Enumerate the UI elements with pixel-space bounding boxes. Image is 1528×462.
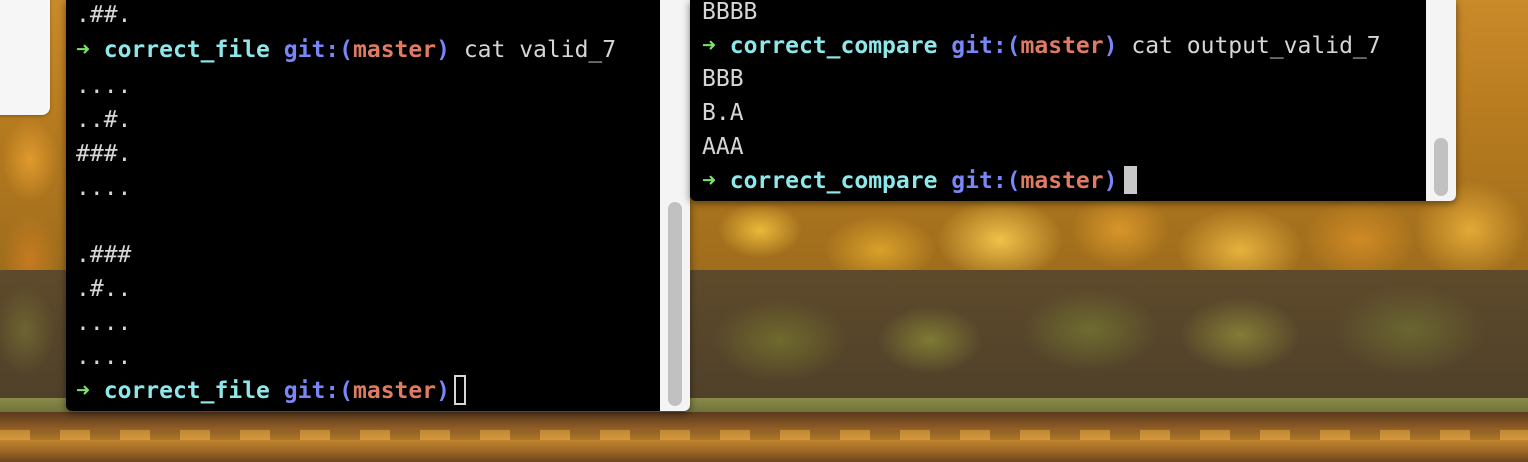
wallpaper-reflection xyxy=(0,430,1528,440)
terminal-window-right[interactable]: BBBB ➜ correct_compare git:(master) cat … xyxy=(690,0,1456,201)
output-line: BBBB xyxy=(702,0,758,25)
git-label: git:( xyxy=(951,168,1021,194)
scrollbar[interactable] xyxy=(660,0,690,411)
output-line: AAA xyxy=(702,134,744,160)
output-line: .#.. xyxy=(76,276,132,302)
output-line: .... xyxy=(76,73,132,99)
text-cursor-icon xyxy=(453,374,466,405)
prompt-arrow-icon: ➜ xyxy=(76,378,90,404)
git-label: git:( xyxy=(283,378,353,404)
git-label-close: ) xyxy=(1103,168,1118,194)
git-label-close: ) xyxy=(1103,33,1118,59)
background-window[interactable] xyxy=(0,0,50,115)
git-label-close: ) xyxy=(436,37,450,63)
output-line: .... xyxy=(76,310,132,336)
git-label-close: ) xyxy=(436,378,450,404)
prompt-arrow-icon: ➜ xyxy=(702,33,716,59)
output-line: BBB xyxy=(702,66,744,92)
scroll-thumb[interactable] xyxy=(668,202,682,406)
git-branch: master xyxy=(1020,33,1104,59)
prompt-line-active[interactable]: ➜ correct_compare git:(master) xyxy=(702,165,1137,196)
git-branch: master xyxy=(1020,168,1104,194)
text-cursor-icon xyxy=(1123,165,1137,194)
output-line: ###. xyxy=(76,141,132,167)
output-line: ..#. xyxy=(76,107,132,133)
output-line: B.A xyxy=(702,100,744,126)
output-line: .### xyxy=(76,242,132,268)
prompt-line-active[interactable]: ➜ correct_file git:(master) xyxy=(76,374,466,407)
git-label: git:( xyxy=(951,33,1021,59)
git-branch: master xyxy=(353,378,437,404)
output-line: .##. xyxy=(76,2,132,28)
command-text: cat output_valid_7 xyxy=(1131,33,1381,59)
current-directory: correct_file xyxy=(103,37,270,63)
command-text: cat valid_7 xyxy=(463,37,617,63)
prompt-arrow-icon: ➜ xyxy=(76,37,90,63)
current-directory: correct_compare xyxy=(729,33,938,59)
current-directory: correct_file xyxy=(103,378,270,404)
output-line: .... xyxy=(76,344,132,370)
git-label: git:( xyxy=(283,37,353,63)
terminal-window-left[interactable]: .##. ➜ correct_file git:(master) cat val… xyxy=(66,0,690,411)
scrollbar[interactable] xyxy=(1426,0,1456,201)
current-directory: correct_compare xyxy=(729,168,938,194)
output-line: .... xyxy=(76,175,132,201)
prompt-arrow-icon: ➜ xyxy=(702,168,716,194)
prompt-line: ➜ correct_compare git:(master) cat outpu… xyxy=(702,31,1381,61)
git-branch: master xyxy=(353,37,437,63)
scroll-thumb[interactable] xyxy=(1434,138,1448,196)
prompt-line: ➜ correct_file git:(master) cat valid_7 xyxy=(76,35,616,65)
